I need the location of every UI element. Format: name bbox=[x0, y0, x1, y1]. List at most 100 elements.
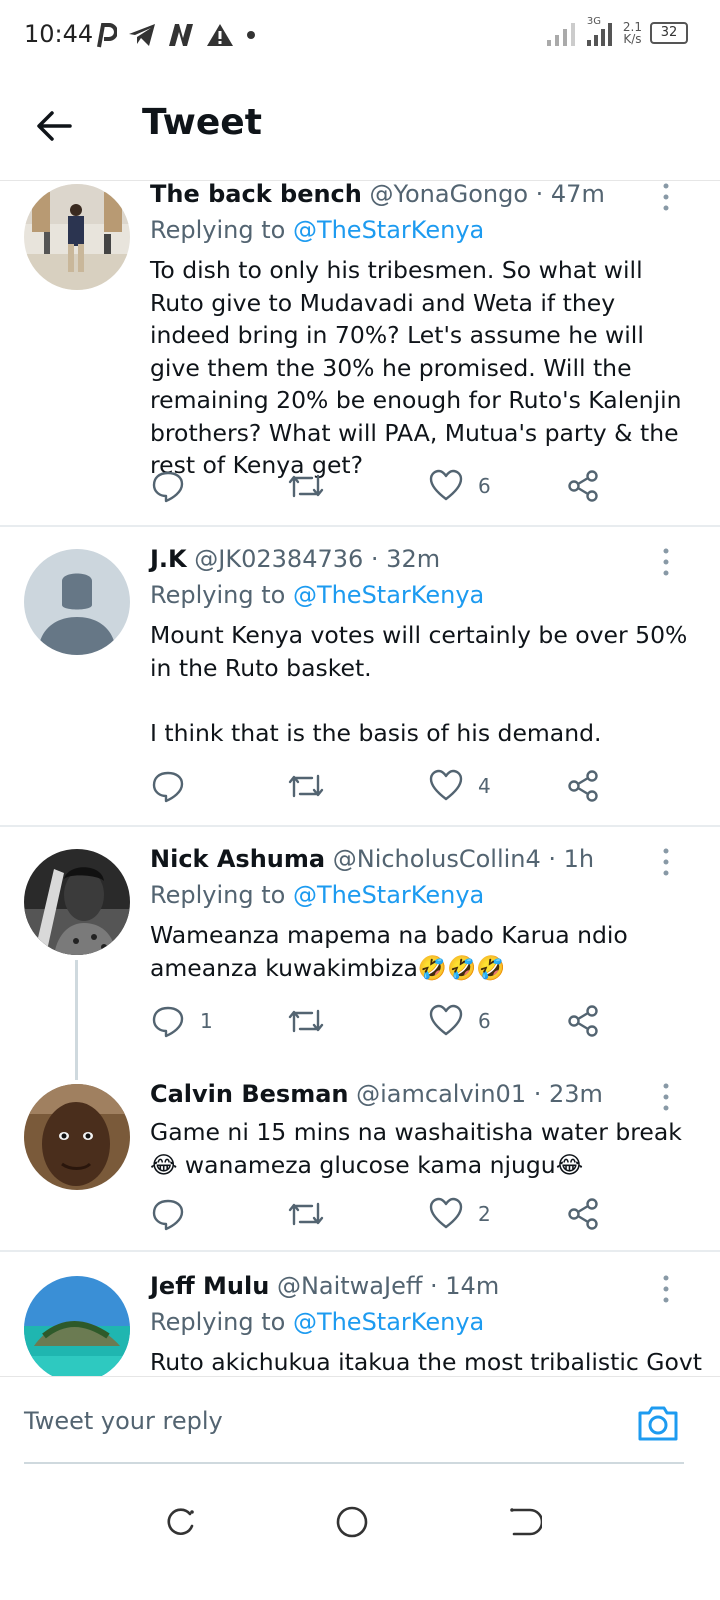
tweet-meta: Nick Ashuma @NicholusCollin4 · 1h bbox=[150, 845, 594, 873]
more-options-icon[interactable] bbox=[658, 847, 674, 877]
like-button[interactable]: 6 bbox=[428, 466, 491, 506]
telegram-icon bbox=[129, 24, 155, 46]
like-count: 4 bbox=[478, 774, 491, 798]
user-handle[interactable]: @iamcalvin01 bbox=[356, 1080, 526, 1108]
tweet-meta: Calvin Besman @iamcalvin01 · 23m bbox=[150, 1080, 603, 1108]
retweet-button[interactable] bbox=[286, 766, 326, 806]
display-name[interactable]: Nick Ashuma bbox=[150, 845, 325, 873]
system-nav-bar bbox=[0, 1464, 720, 1600]
home-icon[interactable] bbox=[334, 1504, 370, 1540]
back-arrow-icon[interactable] bbox=[34, 106, 74, 146]
more-options-icon[interactable] bbox=[658, 182, 674, 212]
reply-button[interactable] bbox=[150, 1194, 200, 1234]
retweet-button[interactable] bbox=[286, 1194, 326, 1234]
tweet-text: Game ni 15 mins na washaitisha water bre… bbox=[150, 1118, 682, 1179]
avatar[interactable] bbox=[24, 1084, 130, 1190]
divider bbox=[0, 825, 720, 827]
tweet-item[interactable]: J.K @JK02384736 · 32m Replying to @TheSt… bbox=[0, 545, 720, 825]
recent-apps-icon[interactable] bbox=[162, 1504, 198, 1540]
pinterest-icon bbox=[97, 23, 117, 48]
reply-input[interactable]: Tweet your reply bbox=[24, 1407, 223, 1435]
share-icon bbox=[568, 1005, 598, 1037]
like-button[interactable]: 6 bbox=[428, 1001, 491, 1041]
share-button[interactable] bbox=[566, 1001, 600, 1041]
user-handle[interactable]: @YonaGongo bbox=[370, 180, 528, 208]
replying-to-label: Replying to bbox=[150, 1308, 293, 1336]
tweet-time: · 32m bbox=[370, 545, 441, 573]
more-options-icon[interactable] bbox=[658, 1274, 674, 1304]
reply-button[interactable] bbox=[150, 766, 200, 806]
tweet-actions: 4 bbox=[150, 766, 610, 806]
battery-icon: 32 bbox=[650, 22, 688, 44]
avatar[interactable] bbox=[24, 1276, 130, 1376]
user-handle[interactable]: @NaitwaJeff bbox=[277, 1272, 422, 1300]
tweet-time: · 47m bbox=[535, 180, 605, 208]
display-name[interactable]: J.K bbox=[150, 545, 187, 573]
tweet-time: · 23m bbox=[533, 1080, 603, 1108]
signal-3g-icon: 3G bbox=[585, 16, 615, 48]
back-nav-icon[interactable] bbox=[506, 1504, 542, 1540]
tweet-item[interactable]: The back bench @YonaGongo · 47m Replying… bbox=[0, 180, 720, 526]
replying-to: Replying to @TheStarKenya bbox=[150, 1308, 484, 1336]
reply-count: 1 bbox=[200, 1009, 213, 1033]
more-options-icon[interactable] bbox=[658, 547, 674, 577]
like-count: 2 bbox=[478, 1202, 491, 1226]
share-button[interactable] bbox=[566, 1194, 600, 1234]
heart-icon bbox=[429, 1197, 463, 1229]
warning-icon bbox=[207, 24, 233, 46]
notification-icons bbox=[95, 18, 257, 52]
divider bbox=[0, 525, 720, 527]
reply-button[interactable] bbox=[150, 466, 200, 506]
more-options-icon[interactable] bbox=[658, 1082, 674, 1112]
tweet-meta: The back bench @YonaGongo · 47m bbox=[150, 180, 605, 208]
user-handle[interactable]: @NicholusCollin4 bbox=[333, 845, 541, 873]
speed-unit: K/s bbox=[623, 32, 642, 46]
display-name[interactable]: The back bench bbox=[150, 180, 362, 208]
tweet-item[interactable]: Jeff Mulu @NaitwaJeff · 14m Replying to … bbox=[0, 1272, 720, 1376]
replying-to: Replying to @TheStarKenya bbox=[150, 581, 484, 609]
tweet-actions: 2 bbox=[150, 1194, 610, 1234]
like-button[interactable]: 4 bbox=[428, 766, 491, 806]
like-count: 6 bbox=[478, 1009, 491, 1033]
avatar[interactable] bbox=[24, 849, 130, 955]
user-handle[interactable]: @JK02384736 bbox=[194, 545, 363, 573]
share-button[interactable] bbox=[566, 466, 600, 506]
retweet-button[interactable] bbox=[286, 1001, 326, 1041]
tweet-meta: J.K @JK02384736 · 32m bbox=[150, 545, 440, 573]
share-icon bbox=[568, 1198, 598, 1230]
replying-to: Replying to @TheStarKenya bbox=[150, 881, 484, 909]
tweet-text: To dish to only his tribesmen. So what w… bbox=[150, 256, 682, 479]
share-icon bbox=[568, 770, 598, 802]
display-name[interactable]: Calvin Besman bbox=[150, 1080, 349, 1108]
news-app-icon bbox=[169, 24, 193, 46]
top-app-bar: Tweet bbox=[0, 72, 720, 181]
share-button[interactable] bbox=[566, 766, 600, 806]
mention-link[interactable]: @TheStarKenya bbox=[293, 881, 484, 909]
status-bar: 10:44 3G 2.1 K/s 32 bbox=[0, 0, 720, 72]
reply-button[interactable]: 1 bbox=[150, 1001, 213, 1041]
reply-feed[interactable]: The back bench @YonaGongo · 47m Replying… bbox=[0, 180, 720, 1376]
mention-link[interactable]: @TheStarKenya bbox=[293, 216, 484, 244]
tweet-item[interactable]: Nick Ashuma @NicholusCollin4 · 1h Replyi… bbox=[0, 845, 720, 1045]
camera-icon[interactable] bbox=[636, 1403, 680, 1443]
tweet-item[interactable]: Calvin Besman @iamcalvin01 · 23m Game ni… bbox=[0, 1080, 720, 1250]
mention-link[interactable]: @TheStarKenya bbox=[293, 581, 484, 609]
tweet-time: · 1h bbox=[548, 845, 595, 873]
mention-link[interactable]: @TheStarKenya bbox=[293, 1308, 484, 1336]
retweet-icon bbox=[288, 1009, 324, 1033]
like-button[interactable]: 2 bbox=[428, 1194, 491, 1234]
heart-icon bbox=[429, 769, 463, 801]
network-type: 3G bbox=[586, 16, 602, 27]
system-status-icons: 3G 2.1 K/s 32 bbox=[546, 16, 688, 48]
display-name[interactable]: Jeff Mulu bbox=[150, 1272, 269, 1300]
retweet-button[interactable] bbox=[286, 466, 326, 506]
retweet-icon bbox=[288, 1202, 324, 1226]
tweet-text: Ruto akichukua itakua the most tribalist… bbox=[150, 1348, 703, 1376]
replying-to: Replying to @TheStarKenya bbox=[150, 216, 484, 244]
like-count: 6 bbox=[478, 474, 491, 498]
avatar[interactable] bbox=[24, 549, 130, 655]
reply-composer: Tweet your reply bbox=[0, 1376, 720, 1465]
avatar[interactable] bbox=[24, 184, 130, 290]
tweet-time: · 14m bbox=[430, 1272, 500, 1300]
retweet-icon bbox=[288, 774, 324, 798]
